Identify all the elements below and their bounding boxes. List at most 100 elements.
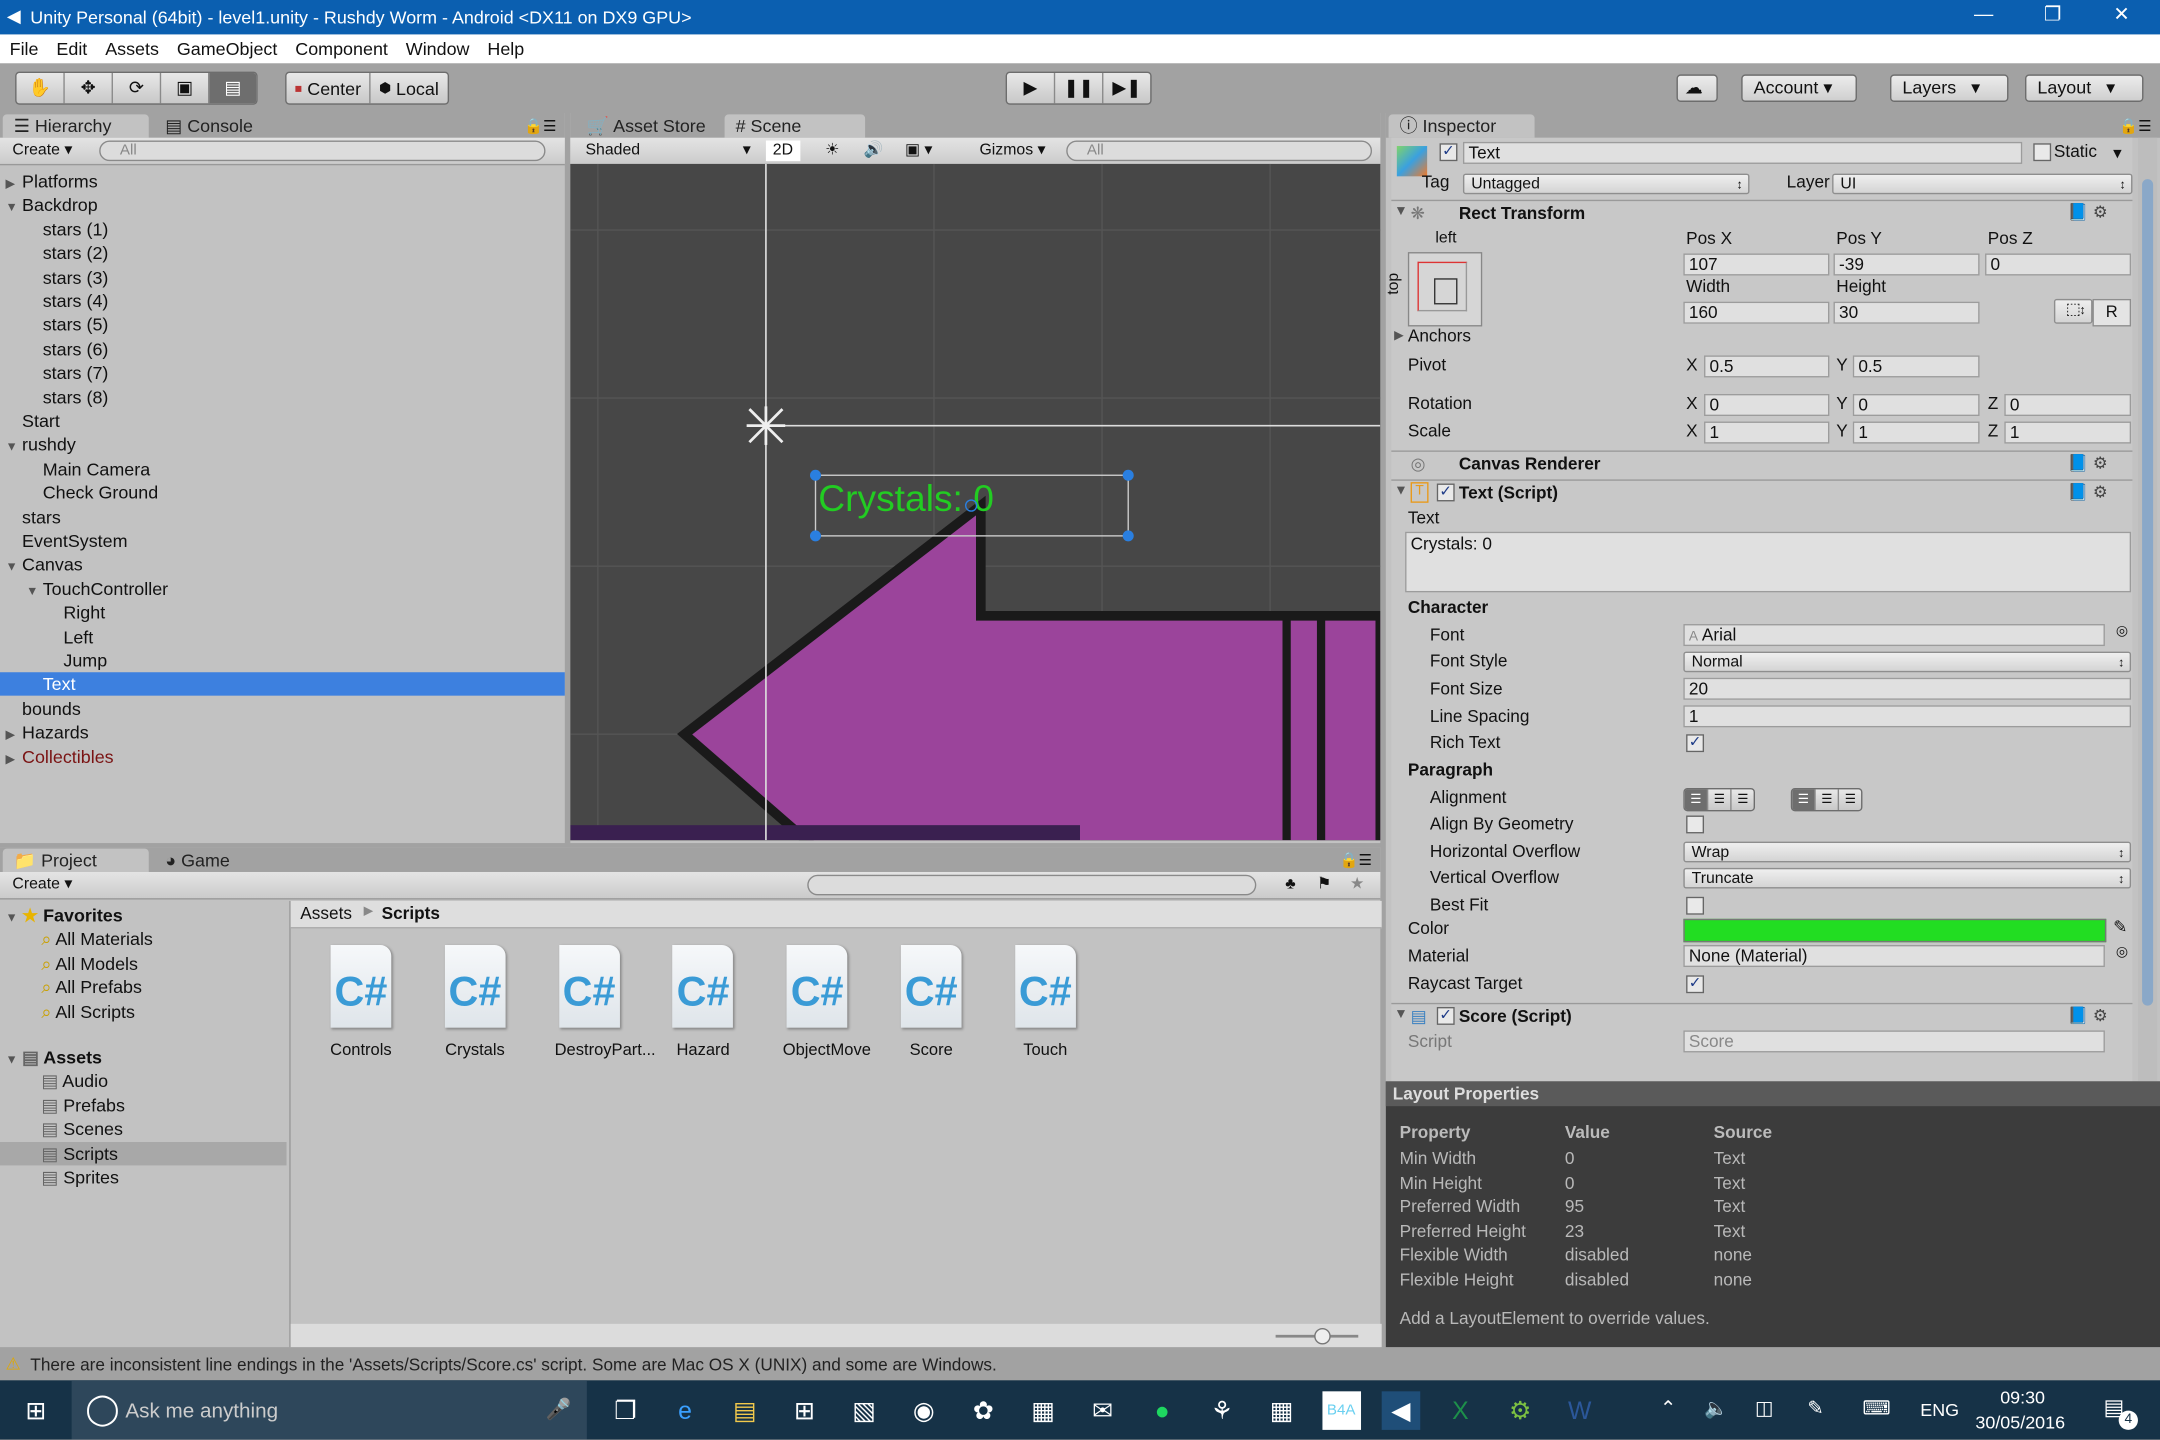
script-asset[interactable]: C# Score bbox=[897, 944, 966, 1059]
score-enabled-checkbox[interactable]: ✓ bbox=[1436, 1006, 1455, 1025]
canvas-renderer-header[interactable]: ◎ Canvas Renderer 📘 ⚙ bbox=[1391, 450, 2133, 476]
raw-edit-button[interactable]: R bbox=[2092, 298, 2132, 327]
menu-edit[interactable]: Edit bbox=[47, 34, 96, 60]
expanded-arrow-icon[interactable]: ▼ bbox=[26, 580, 43, 603]
align-bottom-icon[interactable]: ☰ bbox=[1839, 789, 1861, 810]
pen-icon[interactable]: ✎ bbox=[1807, 1397, 1823, 1420]
tree-item[interactable]: ▤ Prefabs bbox=[0, 1093, 287, 1116]
excel-icon[interactable]: X bbox=[1441, 1391, 1480, 1430]
align-middle-icon[interactable]: ☰ bbox=[1816, 789, 1840, 810]
pivot-y-field[interactable]: 0.5 bbox=[1852, 355, 1980, 378]
tree-item[interactable]: ⌕ All Models bbox=[0, 952, 287, 975]
hierarchy-item[interactable]: Check Ground bbox=[0, 481, 565, 504]
scene-viewport[interactable]: Crystals: 0 bbox=[570, 163, 1381, 841]
scale-x-field[interactable]: 1 bbox=[1704, 421, 1830, 444]
paint-icon[interactable]: ✿ bbox=[964, 1391, 1003, 1430]
hierarchy-item[interactable]: stars (7) bbox=[0, 361, 565, 384]
hierarchy-item[interactable]: ▼ TouchController bbox=[0, 577, 565, 600]
layout-properties-header[interactable]: Layout Properties bbox=[1385, 1081, 2160, 1107]
align-center-icon[interactable]: ☰ bbox=[1708, 789, 1732, 810]
tab-hierarchy[interactable]: ☰ Hierarchy bbox=[2, 114, 149, 138]
microphone-icon[interactable]: 🎤 bbox=[546, 1397, 572, 1421]
breadcrumb-scripts[interactable]: Scripts bbox=[382, 904, 440, 923]
tree-item[interactable]: ⌕ All Prefabs bbox=[0, 976, 287, 999]
inspector-scrollbar[interactable] bbox=[2137, 137, 2158, 1082]
hierarchy-item[interactable]: stars (5) bbox=[0, 313, 565, 336]
hierarchy-search[interactable]: All bbox=[99, 140, 546, 162]
hierarchy-item[interactable]: ▶ Collectibles bbox=[0, 745, 565, 768]
raycast-checkbox[interactable]: ✓ bbox=[1686, 975, 1705, 994]
b4a-icon[interactable]: B4A bbox=[1321, 1391, 1361, 1430]
expanded-arrow-icon[interactable]: ▼ bbox=[6, 436, 23, 459]
shading-dropdown[interactable]: Shaded ▾ bbox=[579, 141, 758, 162]
pos-z-field[interactable]: 0 bbox=[1985, 253, 2132, 276]
expanded-arrow-icon[interactable]: ▼ bbox=[6, 556, 23, 579]
tab-scene[interactable]: # Scene bbox=[724, 114, 866, 138]
tag-dropdown[interactable]: Untagged bbox=[1462, 173, 1750, 195]
minimize-button[interactable]: — bbox=[1956, 3, 2011, 31]
rotate-tool-icon[interactable]: ⟳ bbox=[113, 73, 162, 104]
rect-transform-header[interactable]: ▼ ❋ Rect Transform 📘 ⚙ bbox=[1391, 199, 2133, 226]
scale-tool-icon[interactable]: ▣ bbox=[161, 73, 210, 104]
hierarchy-item[interactable]: stars (8) bbox=[0, 385, 565, 408]
layers-dropdown[interactable]: Layers ▾ bbox=[1889, 74, 2009, 102]
hierarchy-item[interactable]: Main Camera bbox=[0, 457, 565, 480]
hierarchy-item[interactable]: stars (2) bbox=[0, 241, 565, 264]
account-dropdown[interactable]: Account ▾ bbox=[1741, 74, 1857, 102]
task-view-icon[interactable]: ❐ bbox=[606, 1391, 645, 1430]
height-field[interactable]: 30 bbox=[1833, 301, 1980, 324]
layer-dropdown[interactable]: UI bbox=[1832, 173, 2133, 195]
hierarchy-item[interactable]: stars (3) bbox=[0, 265, 565, 288]
play-button[interactable]: ▶ bbox=[1007, 73, 1056, 104]
material-field[interactable]: None (Material) bbox=[1683, 944, 2105, 968]
pos-x-field[interactable]: 107 bbox=[1683, 253, 1830, 276]
collapsed-arrow-icon[interactable]: ▶ bbox=[6, 723, 23, 746]
object-picker-icon[interactable]: ◎ bbox=[2116, 945, 2128, 960]
tree-item[interactable]: ▤ Audio bbox=[0, 1070, 287, 1093]
tab-project[interactable]: 📁 Project bbox=[2, 848, 149, 872]
edge-icon[interactable]: e bbox=[666, 1391, 705, 1430]
tree-item[interactable]: ▤ Scenes bbox=[0, 1117, 287, 1140]
align-right-icon[interactable]: ☰ bbox=[1732, 789, 1754, 810]
project-search[interactable]: ​ bbox=[807, 874, 1257, 896]
collapsed-arrow-icon[interactable]: ▶ bbox=[6, 747, 23, 770]
move-tool-icon[interactable]: ✥ bbox=[65, 73, 113, 104]
static-checkbox[interactable] bbox=[2033, 143, 2052, 162]
gizmos-dropdown[interactable]: Gizmos ▾ bbox=[973, 141, 1053, 162]
script-asset[interactable]: C# Touch bbox=[1011, 944, 1080, 1059]
effects-toggle-icon[interactable]: ▣ ▾ bbox=[898, 141, 939, 162]
lighting-toggle-icon[interactable]: ☀ bbox=[818, 141, 846, 162]
menu-help[interactable]: Help bbox=[478, 34, 533, 60]
tree-favorites[interactable]: ▼ ★ Favorites bbox=[0, 904, 287, 927]
language-indicator[interactable]: ENG bbox=[1920, 1400, 1959, 1421]
font-size-field[interactable]: 20 bbox=[1683, 677, 2132, 700]
text-script-header[interactable]: ▼ T ✓ Text (Script) 📘 ⚙ bbox=[1391, 479, 2133, 505]
width-field[interactable]: 160 bbox=[1683, 301, 1830, 324]
expanded-arrow-icon[interactable]: ▼ bbox=[6, 906, 23, 929]
tree-assets[interactable]: ▼ ▤ Assets bbox=[0, 1046, 287, 1069]
panel-lock-icon[interactable]: 🔒☰ bbox=[2119, 117, 2151, 135]
pos-y-field[interactable]: -39 bbox=[1833, 253, 1980, 276]
pivot-gizmo-icon[interactable] bbox=[746, 406, 786, 445]
text-content-area[interactable]: Crystals: 0 bbox=[1405, 531, 2132, 593]
script-asset[interactable]: C# Crystals bbox=[441, 944, 510, 1059]
project-create-button[interactable]: Create ▾ bbox=[6, 875, 80, 896]
scale-y-field[interactable]: 1 bbox=[1852, 421, 1980, 444]
panel-lock-icon[interactable]: 🔒☰ bbox=[1340, 851, 1372, 870]
rotation-x-field[interactable]: 0 bbox=[1704, 393, 1830, 417]
audio-toggle-icon[interactable]: 🔊 bbox=[857, 141, 891, 162]
hierarchy-item[interactable]: ▼ Canvas bbox=[0, 553, 565, 576]
tab-inspector[interactable]: ⓘ Inspector bbox=[1388, 114, 1535, 138]
show-hidden-icons[interactable]: ⌃ bbox=[1660, 1397, 1676, 1420]
active-checkbox[interactable]: ✓ bbox=[1439, 143, 1458, 162]
hierarchy-item[interactable]: stars (1) bbox=[0, 217, 565, 240]
store-icon[interactable]: ⊞ bbox=[785, 1391, 824, 1430]
unity-icon[interactable]: ◀ bbox=[1381, 1391, 1421, 1430]
cortana-search-box[interactable]: ◯ Ask me anything 🎤 bbox=[71, 1380, 587, 1440]
step-button[interactable]: ▶❚ bbox=[1103, 73, 1150, 103]
component-help-settings-icon[interactable]: 📘 ⚙ bbox=[2068, 482, 2108, 501]
expanded-arrow-icon[interactable]: ▼ bbox=[6, 1048, 23, 1071]
hierarchy-item[interactable]: Start bbox=[0, 409, 565, 432]
icon-size-slider-thumb[interactable] bbox=[1314, 1327, 1331, 1345]
status-bar[interactable]: ⚠ There are inconsistent line endings in… bbox=[0, 1347, 2160, 1381]
